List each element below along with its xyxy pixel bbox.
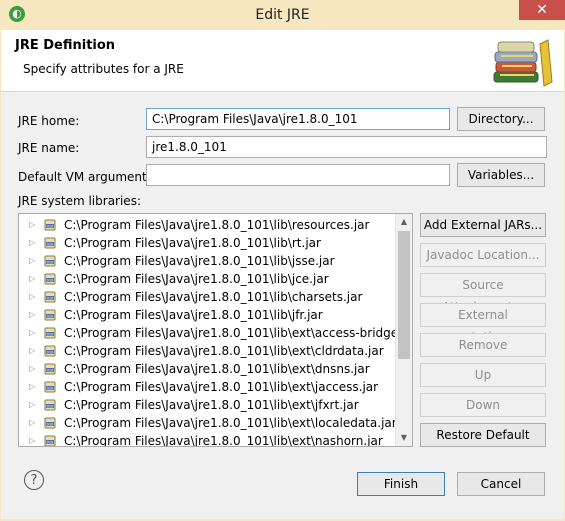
library-books-icon (493, 39, 553, 87)
library-path: C:\Program Files\Java\jre1.8.0_101\lib\j… (64, 272, 329, 286)
vm-args-label: Default VM arguments: (18, 170, 158, 184)
svg-text:010: 010 (47, 369, 54, 373)
library-path: C:\Program Files\Java\jre1.8.0_101\lib\e… (64, 380, 379, 394)
expand-arrow-icon[interactable]: ▷ (29, 252, 39, 270)
expand-arrow-icon[interactable]: ▷ (29, 324, 39, 342)
dialog: JRE Definition Specify attributes for a … (0, 30, 565, 521)
svg-text:010: 010 (47, 423, 54, 427)
jar-icon: 010 (44, 435, 56, 446)
svg-text:010: 010 (47, 315, 54, 319)
restore-default-button[interactable]: Restore Default (420, 423, 546, 447)
svg-text:010: 010 (47, 333, 54, 337)
directory-button[interactable]: Directory... (457, 107, 545, 131)
vm-args-field[interactable] (146, 164, 450, 186)
expand-arrow-icon[interactable]: ▷ (29, 378, 39, 396)
svg-text:010: 010 (47, 225, 54, 229)
dialog-header: JRE Definition Specify attributes for a … (1, 30, 564, 92)
svg-text:010: 010 (47, 405, 54, 409)
scroll-down-arrow-icon[interactable]: ▼ (396, 430, 412, 446)
add-external-jars-button[interactable]: Add External JARs... (420, 213, 546, 237)
expand-arrow-icon[interactable]: ▷ (29, 414, 39, 432)
expand-arrow-icon[interactable]: ▷ (29, 234, 39, 252)
javadoc-location-button[interactable]: Javadoc Location... (420, 243, 546, 267)
expand-arrow-icon[interactable]: ▷ (29, 270, 39, 288)
library-path: C:\Program Files\Java\jre1.8.0_101\lib\e… (64, 326, 413, 340)
cancel-button[interactable]: Cancel (457, 472, 545, 496)
jar-icon: 010 (44, 327, 56, 339)
down-button[interactable]: Down (420, 393, 546, 417)
svg-text:010: 010 (47, 387, 54, 391)
expand-arrow-icon[interactable]: ▷ (29, 432, 39, 446)
svg-text:010: 010 (47, 297, 54, 301)
library-path: C:\Program Files\Java\jre1.8.0_101\lib\e… (64, 344, 384, 358)
help-icon[interactable]: ? (24, 470, 44, 490)
scroll-up-arrow-icon[interactable]: ▲ (396, 214, 412, 230)
expand-arrow-icon[interactable]: ▷ (29, 216, 39, 234)
jar-icon: 010 (44, 345, 56, 357)
library-path: C:\Program Files\Java\jre1.8.0_101\lib\r… (64, 236, 321, 250)
scroll-thumb[interactable] (398, 231, 410, 359)
expand-arrow-icon[interactable]: ▷ (29, 396, 39, 414)
svg-text:010: 010 (47, 261, 54, 265)
remove-button[interactable]: Remove (420, 333, 546, 357)
library-path: C:\Program Files\Java\jre1.8.0_101\lib\e… (64, 362, 370, 376)
jar-icon: 010 (44, 363, 56, 375)
source-attachment-button[interactable]: Source Attachment... (420, 273, 546, 314)
up-button[interactable]: Up (420, 363, 546, 387)
jar-icon: 010 (44, 309, 56, 321)
dialog-content: JRE home: C:\Program Files\Java\jre1.8.0… (1, 92, 564, 519)
jar-icon: 010 (44, 381, 56, 393)
jre-name-label: JRE name: (18, 141, 80, 155)
jar-icon: 010 (44, 417, 56, 429)
libraries-list[interactable]: ▷ 010 C:\Program Files\Java\jre1.8.0_101\l… (18, 213, 413, 447)
variables-button[interactable]: Variables... (457, 163, 545, 187)
expand-arrow-icon[interactable]: ▷ (29, 360, 39, 378)
library-path: C:\Program Files\Java\jre1.8.0_101\lib\r… (64, 218, 370, 232)
jar-icon: 010 (44, 219, 56, 231)
library-path: C:\Program Files\Java\jre1.8.0_101\lib\j… (64, 308, 323, 322)
jre-home-field[interactable]: C:\Program Files\Java\jre1.8.0_101 (146, 108, 450, 130)
jar-icon: 010 (44, 273, 56, 285)
svg-text:010: 010 (47, 279, 54, 283)
expand-arrow-icon[interactable]: ▷ (29, 288, 39, 306)
title-bar: ◐ Edit JRE ✕ (0, 0, 565, 30)
finish-button[interactable]: Finish (357, 472, 445, 496)
jre-home-label: JRE home: (18, 114, 80, 128)
svg-text:010: 010 (47, 441, 54, 445)
libraries-label: JRE system libraries: (18, 194, 141, 208)
library-path: C:\Program Files\Java\jre1.8.0_101\lib\c… (64, 290, 363, 304)
library-path: C:\Program Files\Java\jre1.8.0_101\lib\j… (64, 254, 335, 268)
expand-arrow-icon[interactable]: ▷ (29, 306, 39, 324)
jre-name-field[interactable]: jre1.8.0_101 (146, 136, 547, 158)
header-subtitle: Specify attributes for a JRE (23, 62, 184, 76)
svg-text:010: 010 (47, 351, 54, 355)
external-annotations-button[interactable]: External annotations... (420, 303, 546, 344)
jar-icon: 010 (44, 237, 56, 249)
library-path: C:\Program Files\Java\jre1.8.0_101\lib\e… (64, 416, 397, 430)
jar-icon: 010 (44, 399, 56, 411)
expand-arrow-icon[interactable]: ▷ (29, 342, 39, 360)
library-path: C:\Program Files\Java\jre1.8.0_101\lib\e… (64, 398, 359, 412)
svg-text:010: 010 (47, 243, 54, 247)
jar-icon: 010 (44, 291, 56, 303)
jar-icon: 010 (44, 255, 56, 267)
vertical-scrollbar[interactable]: ▲ ▼ (395, 214, 412, 446)
library-path: C:\Program Files\Java\jre1.8.0_101\lib\e… (64, 434, 383, 447)
close-button[interactable]: ✕ (519, 0, 565, 20)
header-title: JRE Definition (15, 38, 116, 53)
window-title: Edit JRE (255, 7, 310, 23)
